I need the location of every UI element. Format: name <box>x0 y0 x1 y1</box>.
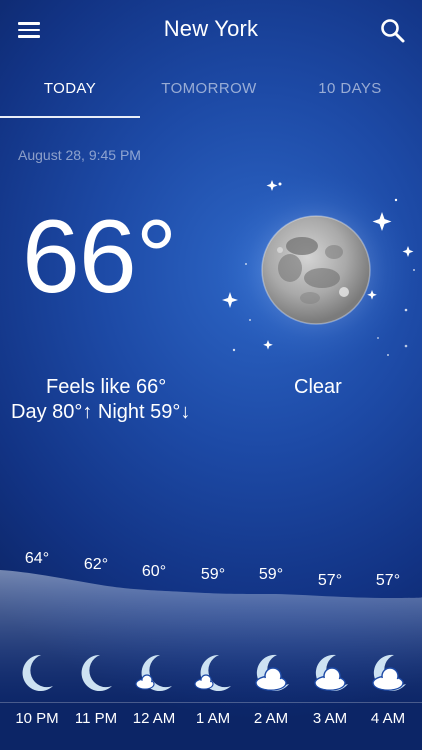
day-night-temps: Day 80°↑ Night 59°↓ <box>11 401 191 423</box>
weather-condition: Clear <box>294 376 342 398</box>
current-datetime: August 28, 9:45 PM <box>18 147 141 163</box>
app-header: New York <box>0 0 422 60</box>
hour-temp: 59° <box>258 566 284 583</box>
moon-small-cloud-icon <box>191 650 235 694</box>
hourly-forecast[interactable]: 64° 62° 60° 59° 59° 57° 57° 10 PM 11 PM … <box>0 540 422 750</box>
hour-time: 11 PM <box>74 710 118 727</box>
hour-time: 3 AM <box>312 710 348 727</box>
search-icon[interactable] <box>378 16 408 46</box>
hourly-divider <box>0 702 422 703</box>
moon-small-cloud-icon <box>132 650 176 694</box>
hour-time: 1 AM <box>195 710 231 727</box>
hour-temp: 64° <box>24 550 50 567</box>
city-title[interactable]: New York <box>0 16 422 42</box>
hour-time: 12 AM <box>132 710 176 727</box>
weather-app: New York TODAY TOMORROW 10 DAYS August 2… <box>0 0 422 750</box>
hour-temp: 60° <box>141 563 167 580</box>
hour-temp: 59° <box>200 566 226 583</box>
hour-temp: 57° <box>317 572 343 589</box>
tab-today[interactable]: TODAY <box>0 80 140 97</box>
crescent-moon-icon <box>74 650 118 694</box>
forecast-tabs: TODAY TOMORROW 10 DAYS <box>0 70 422 118</box>
full-moon-icon <box>210 160 422 370</box>
crescent-moon-icon <box>15 650 59 694</box>
hour-temp: 57° <box>375 572 401 589</box>
feels-like: Feels like 66° <box>46 376 167 398</box>
hour-temp: 62° <box>83 556 109 573</box>
tab-10-days[interactable]: 10 DAYS <box>280 80 420 97</box>
moon-cloud-icon <box>366 650 410 694</box>
hour-time: 2 AM <box>253 710 289 727</box>
active-tab-indicator <box>0 116 140 118</box>
moon-cloud-icon <box>249 650 293 694</box>
moon-cloud-icon <box>308 650 352 694</box>
tab-tomorrow[interactable]: TOMORROW <box>139 80 279 97</box>
current-temperature: 66° <box>22 199 177 315</box>
hour-time: 4 AM <box>370 710 406 727</box>
hour-time: 10 PM <box>15 710 59 727</box>
